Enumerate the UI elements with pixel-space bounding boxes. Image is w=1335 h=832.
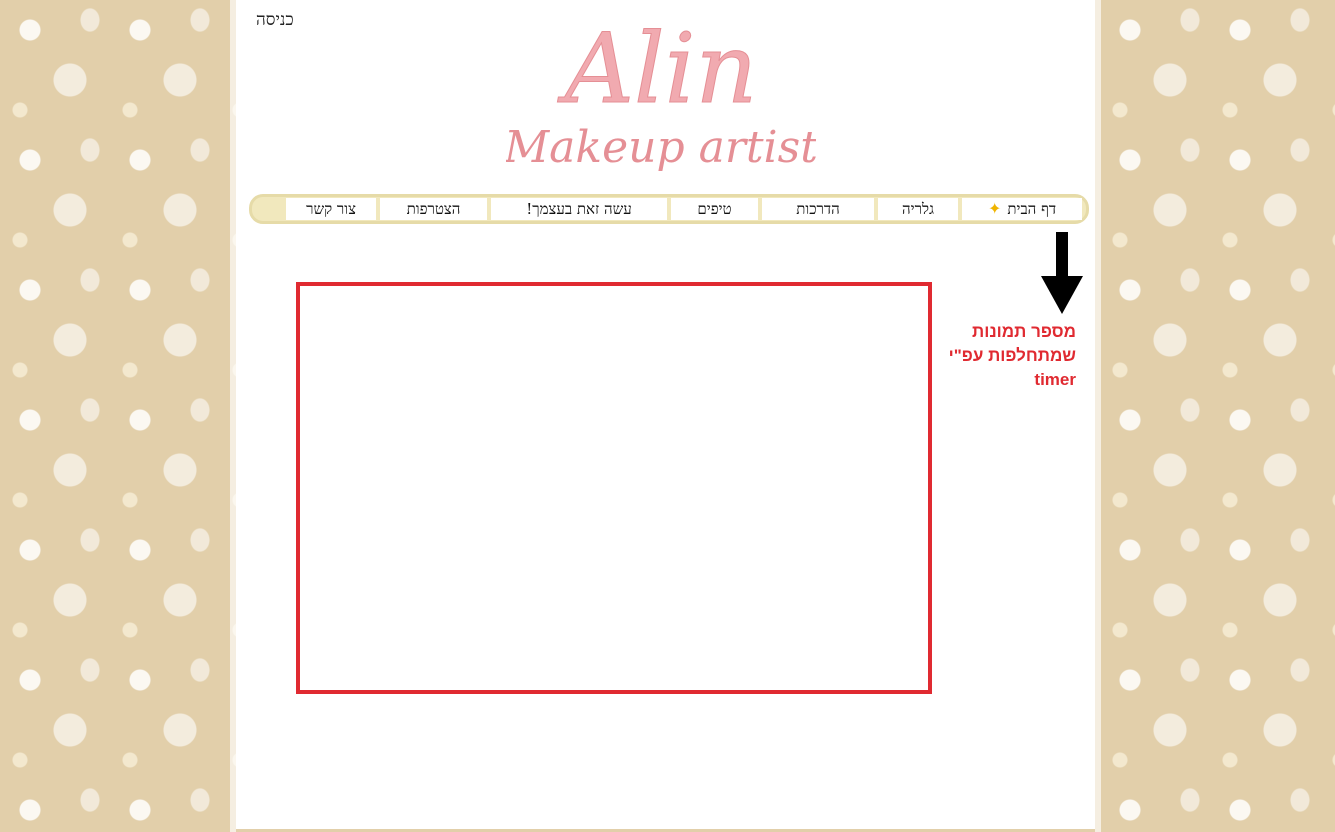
nav-item-tips[interactable]: טיפים — [671, 198, 758, 220]
nav-item-gallery-label: גלריה — [902, 200, 934, 218]
site-logo[interactable]: Alin Makeup artist — [506, 4, 816, 184]
nav-item-diy[interactable]: עשה זאת בעצמך! — [491, 198, 667, 220]
main-nav: דף הבית ✦ גלריה הדרכות טיפים עשה זאת בעצ… — [249, 194, 1089, 224]
nav-item-tutorials-label: הדרכות — [796, 200, 840, 218]
star-icon: ✦ — [987, 199, 1002, 218]
nav-item-join[interactable]: הצטרפות — [380, 198, 487, 220]
page-container: כניסה Alin Makeup artist דף הבית ✦ גלריה… — [236, 0, 1095, 829]
annotation-line-1: מספר תמונות — [972, 322, 1076, 341]
login-link[interactable]: כניסה — [256, 10, 294, 30]
annotation-line-3: timer — [1034, 370, 1076, 389]
nav-item-home-label: דף הבית — [1007, 200, 1057, 218]
lace-background-left — [0, 0, 236, 832]
annotation-line-2: שמתחלפות עפ"י — [948, 346, 1076, 365]
nav-item-tips-label: טיפים — [697, 200, 732, 218]
slideshow-annotation: מספר תמונות שמתחלפות עפ"י timer — [901, 320, 1076, 392]
nav-item-gallery[interactable]: גלריה — [878, 198, 958, 220]
nav-item-tutorials[interactable]: הדרכות — [762, 198, 874, 220]
arrow-down-icon — [1041, 232, 1083, 314]
nav-item-contact[interactable]: צור קשר — [286, 198, 376, 220]
nav-item-home[interactable]: דף הבית ✦ — [962, 198, 1082, 220]
logo-main-text: Alin — [557, 13, 758, 125]
image-slideshow-placeholder[interactable] — [296, 282, 932, 694]
nav-item-contact-label: צור קשר — [306, 200, 356, 218]
nav-item-join-label: הצטרפות — [406, 200, 461, 218]
nav-item-diy-label: עשה זאת בעצמך! — [526, 200, 632, 218]
lace-background-right — [1095, 0, 1335, 832]
logo-sub-text: Makeup artist — [506, 122, 816, 173]
